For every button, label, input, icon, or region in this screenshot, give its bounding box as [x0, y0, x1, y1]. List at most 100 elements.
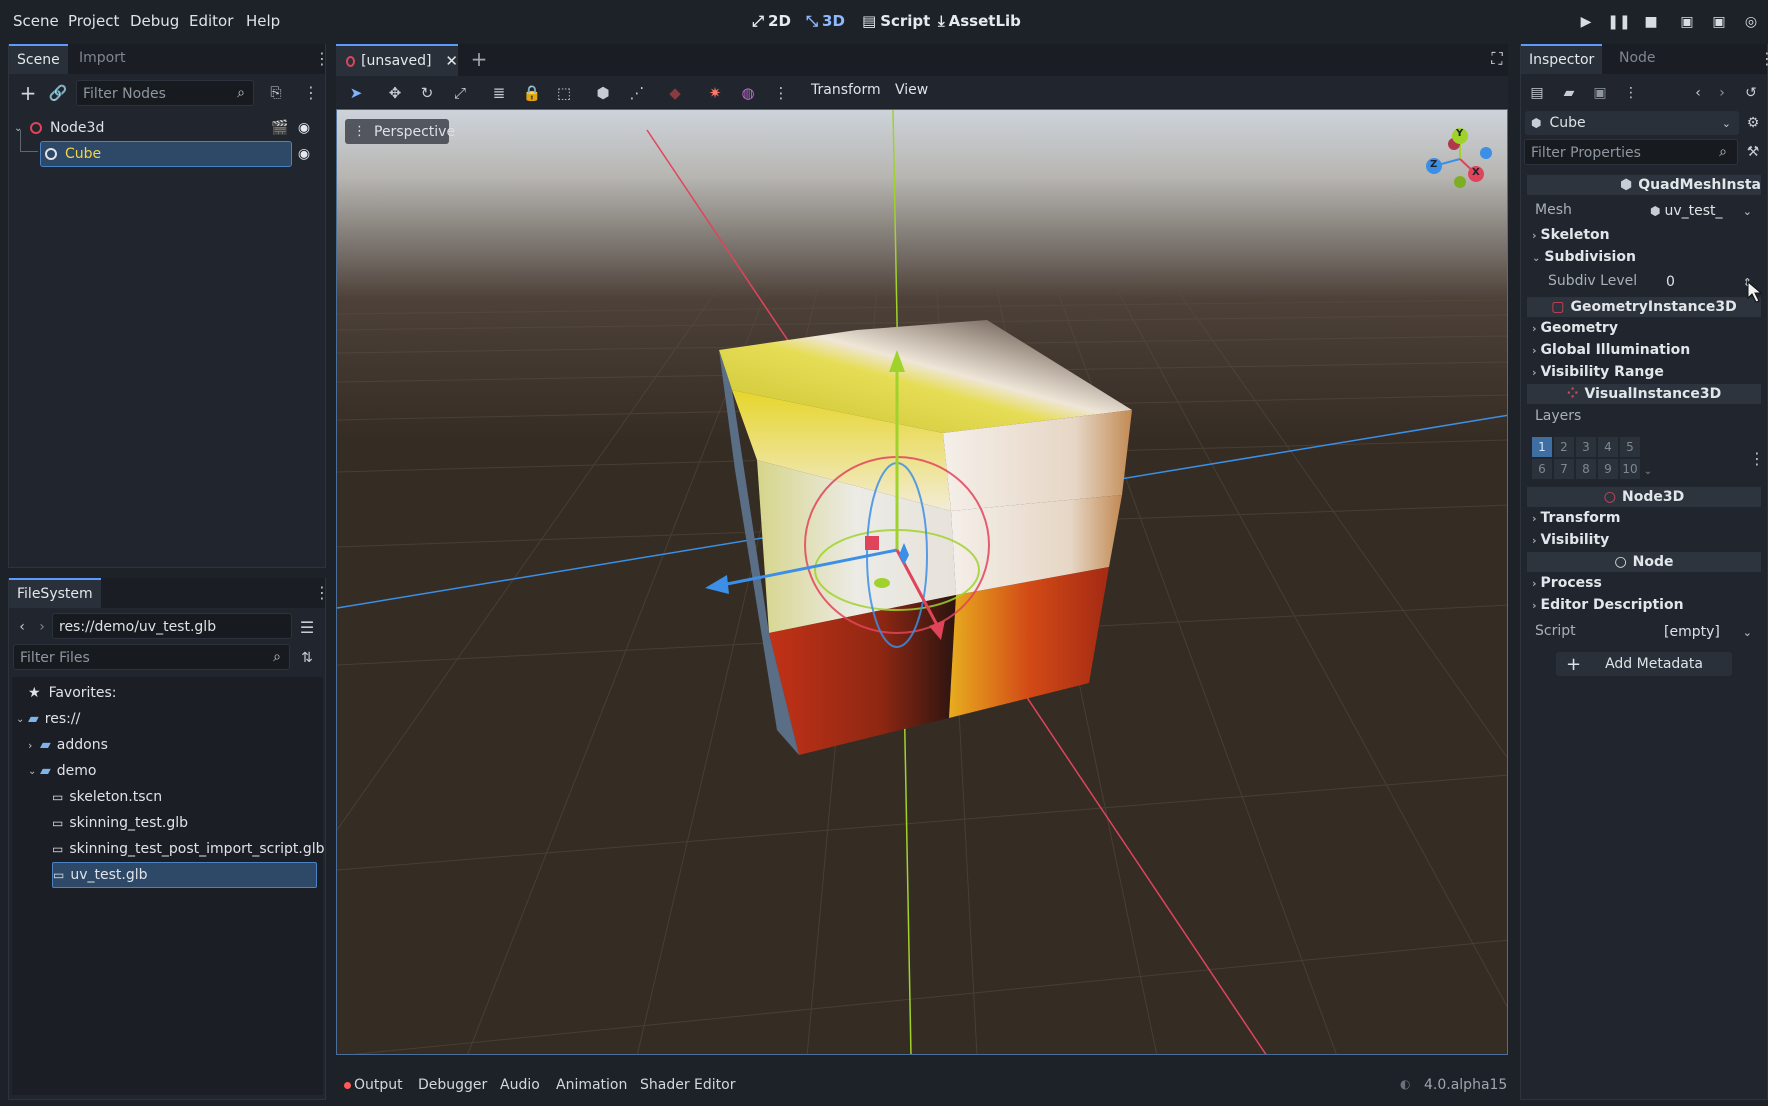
- group-editor-description[interactable]: › Editor Description: [1532, 597, 1684, 613]
- new-resource-icon[interactable]: ▤: [1528, 84, 1546, 102]
- kebab-icon[interactable]: ⋮: [1622, 84, 1640, 102]
- close-icon[interactable]: ✕: [445, 52, 458, 70]
- menu-project[interactable]: Project: [68, 12, 119, 30]
- tab-audio[interactable]: Audio: [500, 1077, 540, 1093]
- menu-editor[interactable]: Editor: [189, 12, 233, 30]
- group-visibility-range[interactable]: › Visibility Range: [1532, 364, 1664, 380]
- filter-nodes-input[interactable]: Filter Nodes: [76, 80, 254, 106]
- file-item-skinning-test[interactable]: ▭ skinning_test.glb: [52, 810, 312, 836]
- visibility-eye-icon[interactable]: ◉: [295, 119, 313, 137]
- tab-debugger[interactable]: Debugger: [418, 1077, 487, 1093]
- layer-cell[interactable]: 5: [1620, 437, 1640, 457]
- scene-dock-menu-icon[interactable]: ⋮: [314, 49, 330, 69]
- move-tool-icon[interactable]: ✥: [384, 82, 406, 104]
- menu-scene[interactable]: Scene: [13, 12, 59, 30]
- view-menu[interactable]: View: [895, 82, 928, 98]
- workspace-2d-button[interactable]: ⤢ 2D: [752, 12, 791, 30]
- environment-preview-icon[interactable]: ◍: [737, 82, 759, 104]
- tab-shader-editor[interactable]: Shader Editor: [640, 1077, 735, 1093]
- list-select-icon[interactable]: ≣: [488, 82, 510, 104]
- history-back-icon[interactable]: ‹: [1690, 84, 1706, 102]
- layer-cell[interactable]: 1: [1532, 437, 1552, 457]
- list-view-icon[interactable]: ☰: [297, 617, 317, 637]
- group-visibility[interactable]: › Visibility: [1532, 532, 1609, 548]
- file-item-res[interactable]: ⌄ ▰ res://: [16, 706, 296, 732]
- layer-cell[interactable]: 8: [1576, 459, 1596, 479]
- file-item-demo[interactable]: ⌄ ▰ demo: [28, 758, 308, 784]
- add-metadata-button[interactable]: + Add Metadata: [1556, 652, 1732, 676]
- history-icon[interactable]: ↺: [1742, 84, 1760, 102]
- instance-scene-icon[interactable]: ⎘: [266, 83, 286, 103]
- filesystem-menu-icon[interactable]: ⋮: [314, 583, 330, 603]
- layer-cell[interactable]: 6: [1532, 459, 1552, 479]
- pause-icon[interactable]: ❚❚: [1607, 12, 1630, 32]
- file-item-skeleton-tscn[interactable]: ▭ skeleton.tscn: [52, 784, 312, 810]
- file-item-favorites[interactable]: ★ Favorites:: [28, 680, 308, 706]
- layer-cell[interactable]: 2: [1554, 437, 1574, 457]
- tree-node-cube[interactable]: Cube: [40, 141, 292, 167]
- rotate-tool-icon[interactable]: ↻: [416, 82, 438, 104]
- chevron-down-icon[interactable]: ⌄: [1642, 463, 1654, 479]
- path-field[interactable]: res://demo/uv_test.glb: [52, 613, 292, 639]
- layer-cell[interactable]: 4: [1598, 437, 1618, 457]
- group-icon[interactable]: ⬚: [553, 82, 575, 104]
- layer-cell[interactable]: 7: [1554, 459, 1574, 479]
- tree-node-node3d[interactable]: ⌄ Node3d: [14, 115, 314, 141]
- transform-menu[interactable]: Transform: [811, 82, 881, 98]
- tab-output[interactable]: Output: [344, 1077, 403, 1093]
- scene-instance-icon[interactable]: 🎬: [271, 119, 289, 137]
- tab-inspector[interactable]: Inspector: [1521, 44, 1603, 74]
- tools-icon[interactable]: ⚒: [1744, 143, 1762, 161]
- forward-icon[interactable]: ›: [34, 617, 50, 637]
- script-resource-picker[interactable]: [empty] ⌄: [1646, 620, 1758, 644]
- workspace-script-button[interactable]: ▤ Script: [862, 12, 930, 30]
- tab-import[interactable]: Import: [71, 44, 133, 74]
- 3d-viewport[interactable]: [336, 109, 1508, 1055]
- view-orientation-gizmo[interactable]: Y Z X: [1418, 124, 1502, 194]
- add-tab-icon[interactable]: +: [469, 47, 489, 71]
- group-global-illumination[interactable]: › Global Illumination: [1532, 342, 1690, 358]
- scale-tool-icon[interactable]: ⤢: [449, 82, 471, 104]
- sort-icon[interactable]: ⇅: [297, 648, 317, 668]
- object-selector[interactable]: ⬢ Cube ⌄: [1525, 111, 1739, 135]
- add-node-icon[interactable]: +: [18, 81, 38, 105]
- sun-preview-icon[interactable]: ✷: [704, 82, 726, 104]
- layer-cell[interactable]: 9: [1598, 459, 1618, 479]
- tab-filesystem[interactable]: FileSystem: [9, 578, 101, 608]
- visibility-eye-icon[interactable]: ◉: [295, 145, 313, 163]
- perspective-menu-button[interactable]: ⋮ Perspective: [345, 119, 455, 144]
- back-icon[interactable]: ‹: [14, 617, 30, 637]
- local-space-icon[interactable]: ⬢: [592, 82, 614, 104]
- link-icon[interactable]: 🔗: [48, 83, 68, 103]
- snap-icon[interactable]: ⋰: [626, 82, 648, 104]
- menu-debug[interactable]: Debug: [130, 12, 179, 30]
- more-options-icon[interactable]: ⋮: [770, 82, 792, 104]
- filter-files-input[interactable]: Filter Files: [13, 644, 290, 670]
- object-properties-icon[interactable]: ⚙: [1744, 113, 1762, 133]
- tab-scene[interactable]: Scene: [9, 44, 68, 74]
- lock-icon[interactable]: 🔒: [521, 82, 543, 104]
- tab-node[interactable]: Node: [1611, 44, 1664, 74]
- workspace-assetlib-button[interactable]: ⤓ AssetLib: [938, 12, 1021, 30]
- menu-help[interactable]: Help: [246, 12, 280, 30]
- layer-cell[interactable]: 3: [1576, 437, 1596, 457]
- play-icon[interactable]: ▶: [1576, 12, 1596, 32]
- camera-icon[interactable]: ◆: [664, 82, 686, 104]
- group-geometry[interactable]: › Geometry: [1532, 320, 1618, 336]
- stop-icon[interactable]: ■: [1641, 12, 1661, 32]
- inspector-menu-icon[interactable]: ⋮: [1759, 49, 1768, 69]
- layer-cell[interactable]: 10: [1620, 459, 1640, 479]
- filter-properties-input[interactable]: Filter Properties: [1524, 139, 1738, 165]
- play-custom-scene-icon[interactable]: ▣: [1709, 12, 1729, 32]
- file-item-addons[interactable]: › ▰ addons: [28, 732, 308, 758]
- file-item-uv-test[interactable]: ▭ uv_test.glb: [52, 862, 317, 888]
- history-forward-icon[interactable]: ›: [1714, 84, 1730, 102]
- group-subdivision[interactable]: ⌄ Subdivision: [1532, 249, 1636, 265]
- group-process[interactable]: › Process: [1532, 575, 1602, 591]
- open-folder-icon[interactable]: ▰: [1560, 84, 1578, 102]
- select-tool-icon[interactable]: ➤: [345, 82, 367, 104]
- group-skeleton[interactable]: › Skeleton: [1532, 227, 1610, 243]
- scene-tree-menu-icon[interactable]: ⋮: [303, 83, 319, 103]
- tab-animation[interactable]: Animation: [556, 1077, 627, 1093]
- workspace-3d-button[interactable]: ⤡ 3D: [806, 12, 845, 30]
